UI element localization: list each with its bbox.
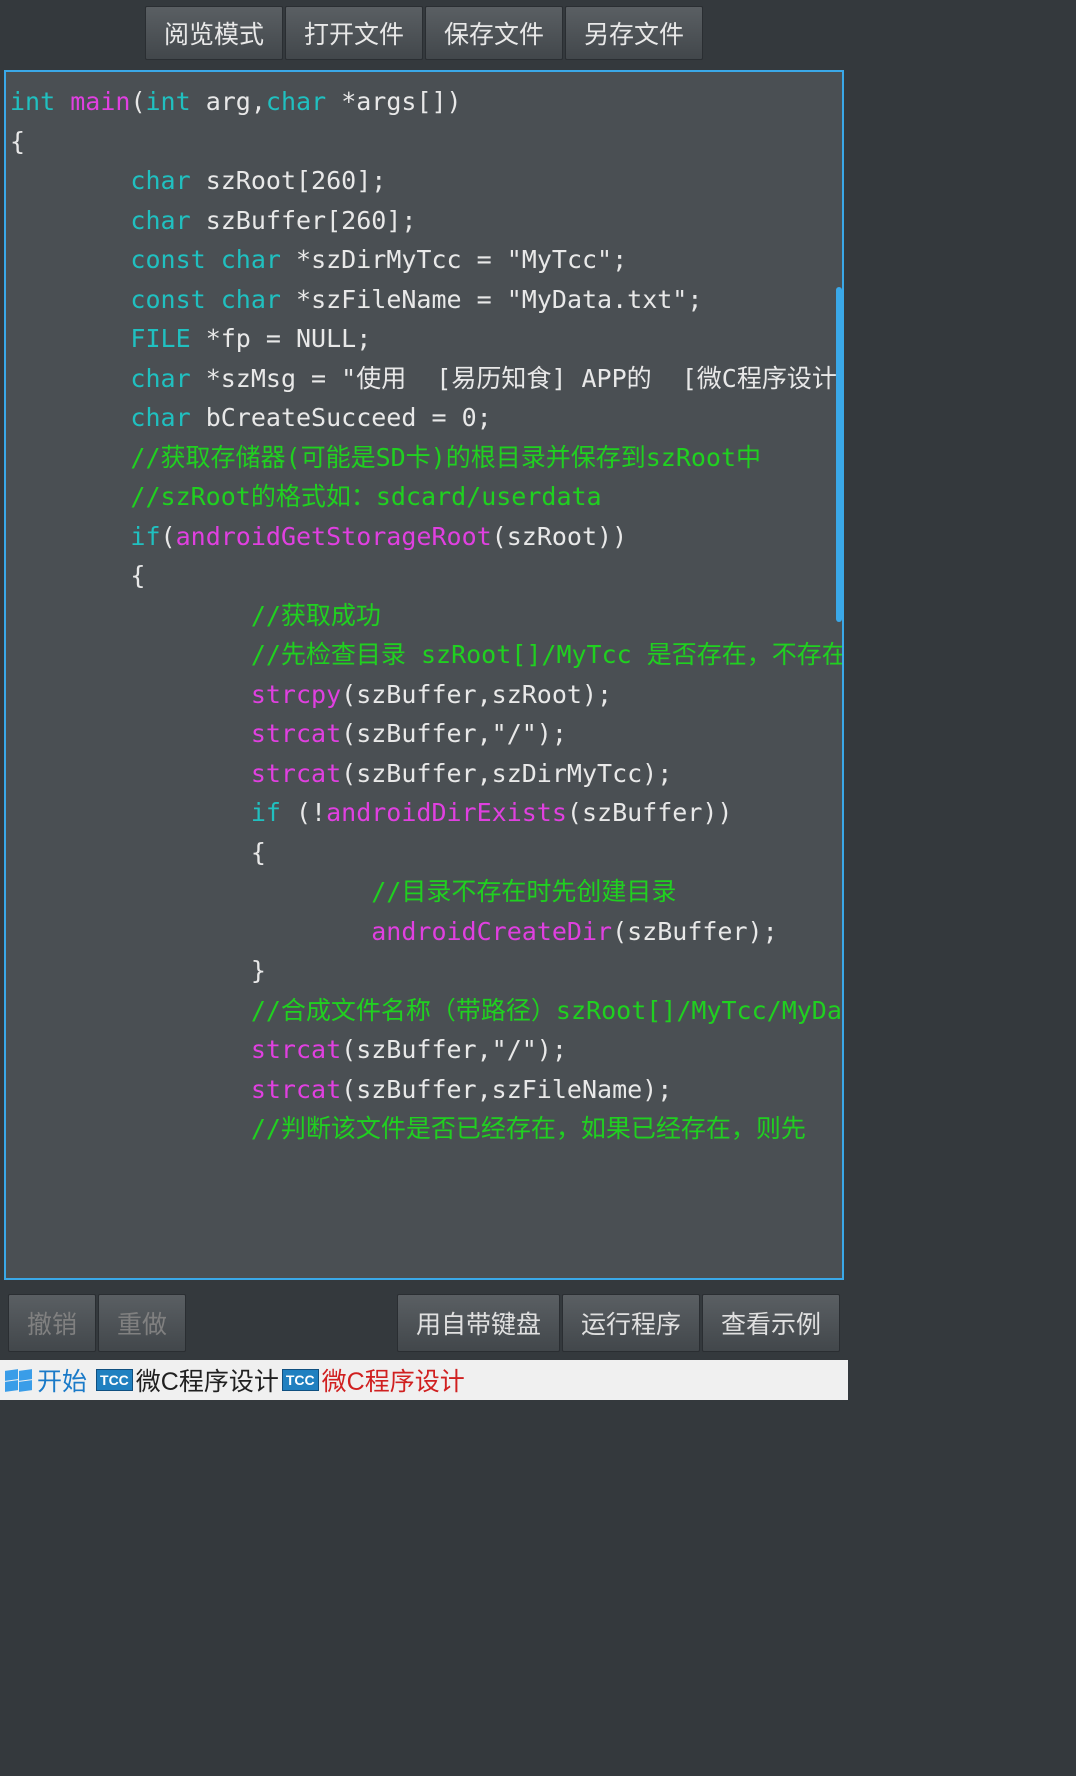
code-line[interactable]: } <box>10 951 838 991</box>
code-line[interactable]: { <box>10 556 838 596</box>
taskbar-app-1[interactable]: 微C程序设计 <box>136 1362 279 1398</box>
examples-button[interactable]: 查看示例 <box>702 1294 840 1352</box>
start-menu-label[interactable]: 开始 <box>37 1362 87 1398</box>
browse-mode-button[interactable]: 阅览模式 <box>145 6 283 60</box>
code-line[interactable]: //判断该文件是否已经存在，如果已经存在，则先 <box>10 1109 838 1149</box>
code-line[interactable]: if (!androidDirExists(szBuffer)) <box>10 793 838 833</box>
undo-button[interactable]: 撤销 <box>8 1294 96 1352</box>
code-line[interactable]: strcat(szBuffer,szFileName); <box>10 1070 838 1110</box>
code-line[interactable]: androidCreateDir(szBuffer); <box>10 912 838 952</box>
scrollbar-thumb[interactable] <box>836 287 842 622</box>
code-line[interactable]: strcat(szBuffer,szDirMyTcc); <box>10 754 838 794</box>
code-line[interactable]: const char *szFileName = "MyData.txt"; <box>10 280 838 320</box>
code-line[interactable]: if(androidGetStorageRoot(szRoot)) <box>10 517 838 557</box>
top-toolbar: 阅览模式 打开文件 保存文件 另存文件 <box>0 0 848 66</box>
code-line[interactable]: char szRoot[260]; <box>10 161 838 201</box>
code-editor[interactable]: int main(int arg,char *args[]){ char szR… <box>4 70 844 1280</box>
code-line[interactable]: //目录不存在时先创建目录 <box>10 872 838 912</box>
code-line[interactable]: strcat(szBuffer,"/"); <box>10 1030 838 1070</box>
start-icon[interactable] <box>4 1369 32 1391</box>
save-file-button[interactable]: 保存文件 <box>425 6 563 60</box>
tcc-icon: TCC <box>96 1369 133 1391</box>
code-line[interactable]: //szRoot的格式如：sdcard/userdata <box>10 477 838 517</box>
code-line[interactable]: char szBuffer[260]; <box>10 201 838 241</box>
code-line[interactable]: //合成文件名称（带路径）szRoot[]/MyTcc/MyDa <box>10 991 838 1031</box>
code-line[interactable]: char *szMsg = "使用 [易历知食] APP的 [微C程序设计 <box>10 359 838 399</box>
code-line[interactable]: { <box>10 833 838 873</box>
code-line[interactable]: int main(int arg,char *args[]) <box>10 82 838 122</box>
bottom-toolbar: 撤销 重做 用自带键盘 运行程序 查看示例 <box>0 1284 848 1360</box>
tcc-icon: TCC <box>282 1369 319 1391</box>
editor-content[interactable]: int main(int arg,char *args[]){ char szR… <box>6 72 842 1159</box>
run-button[interactable]: 运行程序 <box>562 1294 700 1352</box>
code-line[interactable]: const char *szDirMyTcc = "MyTcc"; <box>10 240 838 280</box>
code-line[interactable]: char bCreateSucceed = 0; <box>10 398 838 438</box>
keyboard-button[interactable]: 用自带键盘 <box>397 1294 560 1352</box>
redo-button[interactable]: 重做 <box>98 1294 186 1352</box>
code-line[interactable]: FILE *fp = NULL; <box>10 319 838 359</box>
code-line[interactable]: //获取成功 <box>10 596 838 636</box>
save-as-button[interactable]: 另存文件 <box>565 6 703 60</box>
code-line[interactable]: strcat(szBuffer,"/"); <box>10 714 838 754</box>
open-file-button[interactable]: 打开文件 <box>285 6 423 60</box>
taskbar-app-2[interactable]: 微C程序设计 <box>322 1362 465 1398</box>
code-line[interactable]: //先检查目录 szRoot[]/MyTcc 是否存在，不存在则 <box>10 635 838 675</box>
taskbar: 开始 TCC 微C程序设计 TCC 微C程序设计 <box>0 1360 848 1400</box>
code-line[interactable]: { <box>10 122 838 162</box>
code-line[interactable]: strcpy(szBuffer,szRoot); <box>10 675 838 715</box>
code-line[interactable]: //获取存储器(可能是SD卡)的根目录并保存到szRoot中 <box>10 438 838 478</box>
